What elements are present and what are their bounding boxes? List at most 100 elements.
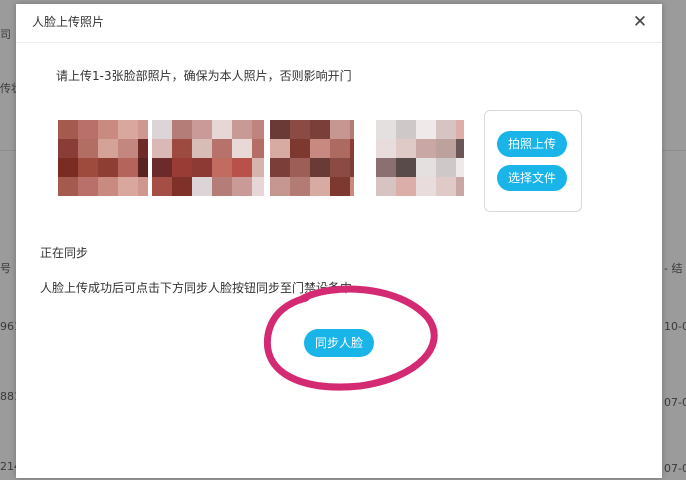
- photo-mosaic-cell: [212, 177, 232, 196]
- face-photo: [58, 120, 148, 196]
- sync-hint-text: 人脸上传成功后可点击下方同步人脸按钮同步至门禁设备中: [40, 281, 353, 295]
- photo-mosaic-cell: [152, 177, 172, 196]
- photo-mosaic-cell: [232, 120, 252, 140]
- photo-mosaic-cell: [330, 177, 350, 196]
- photo-mosaic-cell: [138, 120, 148, 140]
- dialog-header: 人脸上传照片 ✕: [16, 4, 662, 43]
- bg-text: - 结: [664, 262, 683, 275]
- photo-mosaic-cell: [350, 120, 354, 140]
- upload-actions-panel: 拍照上传 选择文件: [484, 110, 582, 212]
- photo-mosaic-cell: [270, 158, 290, 178]
- photo-mosaic-cell: [436, 158, 456, 178]
- photo-mosaic-cell: [58, 158, 78, 178]
- photo-mosaic-cell: [396, 158, 416, 178]
- photo-mosaic-cell: [78, 177, 98, 196]
- photo-mosaic-cell: [138, 158, 148, 178]
- photo-mosaic-cell: [98, 177, 118, 196]
- bg-text: 07-0: [664, 396, 686, 409]
- photo-mosaic-cell: [456, 120, 464, 140]
- photo-mosaic-cell: [350, 158, 354, 178]
- face-photo-list: [58, 120, 466, 196]
- photo-mosaic-cell: [456, 139, 464, 159]
- photo-mosaic-cell: [270, 120, 290, 140]
- sync-status-label: 正在同步: [40, 246, 89, 260]
- photo-mosaic-cell: [330, 139, 350, 159]
- photo-mosaic-cell: [212, 139, 232, 159]
- photo-mosaic-cell: [416, 139, 436, 159]
- photo-mosaic-cell: [436, 120, 456, 140]
- photo-mosaic-cell: [78, 139, 98, 159]
- photo-mosaic-cell: [290, 158, 310, 178]
- photo-mosaic-cell: [376, 158, 396, 178]
- photo-mosaic-cell: [212, 158, 232, 178]
- photo-mosaic-cell: [350, 177, 354, 196]
- photo-mosaic-cell: [252, 158, 264, 178]
- photo-mosaic-cell: [118, 120, 138, 140]
- take-photo-button[interactable]: 拍照上传: [497, 131, 567, 157]
- photo-mosaic-cell: [310, 177, 330, 196]
- photo-mosaic-cell: [376, 120, 396, 140]
- photo-mosaic-cell: [310, 120, 330, 140]
- photo-mosaic-cell: [456, 158, 464, 178]
- photo-mosaic-cell: [376, 177, 396, 196]
- sync-face-button[interactable]: 同步人脸: [304, 329, 374, 357]
- photo-mosaic-cell: [436, 139, 456, 159]
- face-photo: [152, 120, 264, 196]
- photo-mosaic-cell: [58, 120, 78, 140]
- photo-mosaic-cell: [192, 139, 212, 159]
- photo-mosaic-cell: [232, 139, 252, 159]
- photo-mosaic-cell: [58, 139, 78, 159]
- bg-text: 号: [0, 262, 11, 275]
- photo-mosaic-cell: [416, 158, 436, 178]
- photo-mosaic-cell: [152, 139, 172, 159]
- photo-mosaic-cell: [416, 120, 436, 140]
- photo-mosaic-cell: [172, 120, 192, 140]
- photo-mosaic-cell: [252, 139, 264, 159]
- photo-mosaic-cell: [192, 158, 212, 178]
- photo-mosaic-cell: [290, 139, 310, 159]
- bg-text: 10-0: [664, 320, 686, 333]
- photo-mosaic-cell: [310, 139, 330, 159]
- photo-mosaic-cell: [232, 158, 252, 178]
- photo-mosaic-cell: [98, 120, 118, 140]
- bg-divider: [662, 150, 686, 151]
- photo-mosaic-cell: [138, 139, 148, 159]
- photo-mosaic-cell: [252, 177, 264, 196]
- dialog-title: 人脸上传照片: [32, 15, 105, 29]
- photo-mosaic-cell: [138, 177, 148, 196]
- choose-file-button[interactable]: 选择文件: [497, 165, 567, 191]
- photo-mosaic-cell: [376, 139, 396, 159]
- photo-mosaic-cell: [436, 177, 456, 196]
- photo-mosaic-cell: [118, 158, 138, 178]
- photo-mosaic-cell: [456, 177, 464, 196]
- photo-mosaic-cell: [78, 158, 98, 178]
- upload-instruction: 请上传1-3张脸部照片，确保为本人照片，否则影响开门: [56, 69, 352, 83]
- photo-mosaic-cell: [290, 177, 310, 196]
- bg-divider: [0, 150, 16, 151]
- photo-mosaic-cell: [152, 158, 172, 178]
- photo-mosaic-cell: [310, 158, 330, 178]
- photo-mosaic-cell: [290, 120, 310, 140]
- photo-mosaic-cell: [270, 177, 290, 196]
- photo-mosaic-cell: [270, 139, 290, 159]
- photo-mosaic-cell: [98, 158, 118, 178]
- photo-mosaic-cell: [350, 139, 354, 159]
- photo-mosaic-cell: [172, 139, 192, 159]
- photo-mosaic-cell: [58, 177, 78, 196]
- face-photo: [376, 120, 464, 196]
- bg-text: 司: [0, 28, 11, 41]
- photo-mosaic-cell: [232, 177, 252, 196]
- photo-mosaic-cell: [98, 139, 118, 159]
- photo-mosaic-cell: [172, 177, 192, 196]
- photo-mosaic-cell: [396, 177, 416, 196]
- photo-mosaic-cell: [192, 120, 212, 140]
- photo-mosaic-cell: [396, 139, 416, 159]
- bg-text: 07-0: [664, 462, 686, 475]
- close-icon[interactable]: ✕: [630, 12, 650, 32]
- photo-mosaic-cell: [172, 158, 192, 178]
- face-photo: [270, 120, 354, 196]
- photo-mosaic-cell: [416, 177, 436, 196]
- photo-mosaic-cell: [330, 120, 350, 140]
- photo-mosaic-cell: [396, 120, 416, 140]
- face-upload-dialog: 人脸上传照片 ✕ 请上传1-3张脸部照片，确保为本人照片，否则影响开门 拍照上传…: [16, 4, 662, 478]
